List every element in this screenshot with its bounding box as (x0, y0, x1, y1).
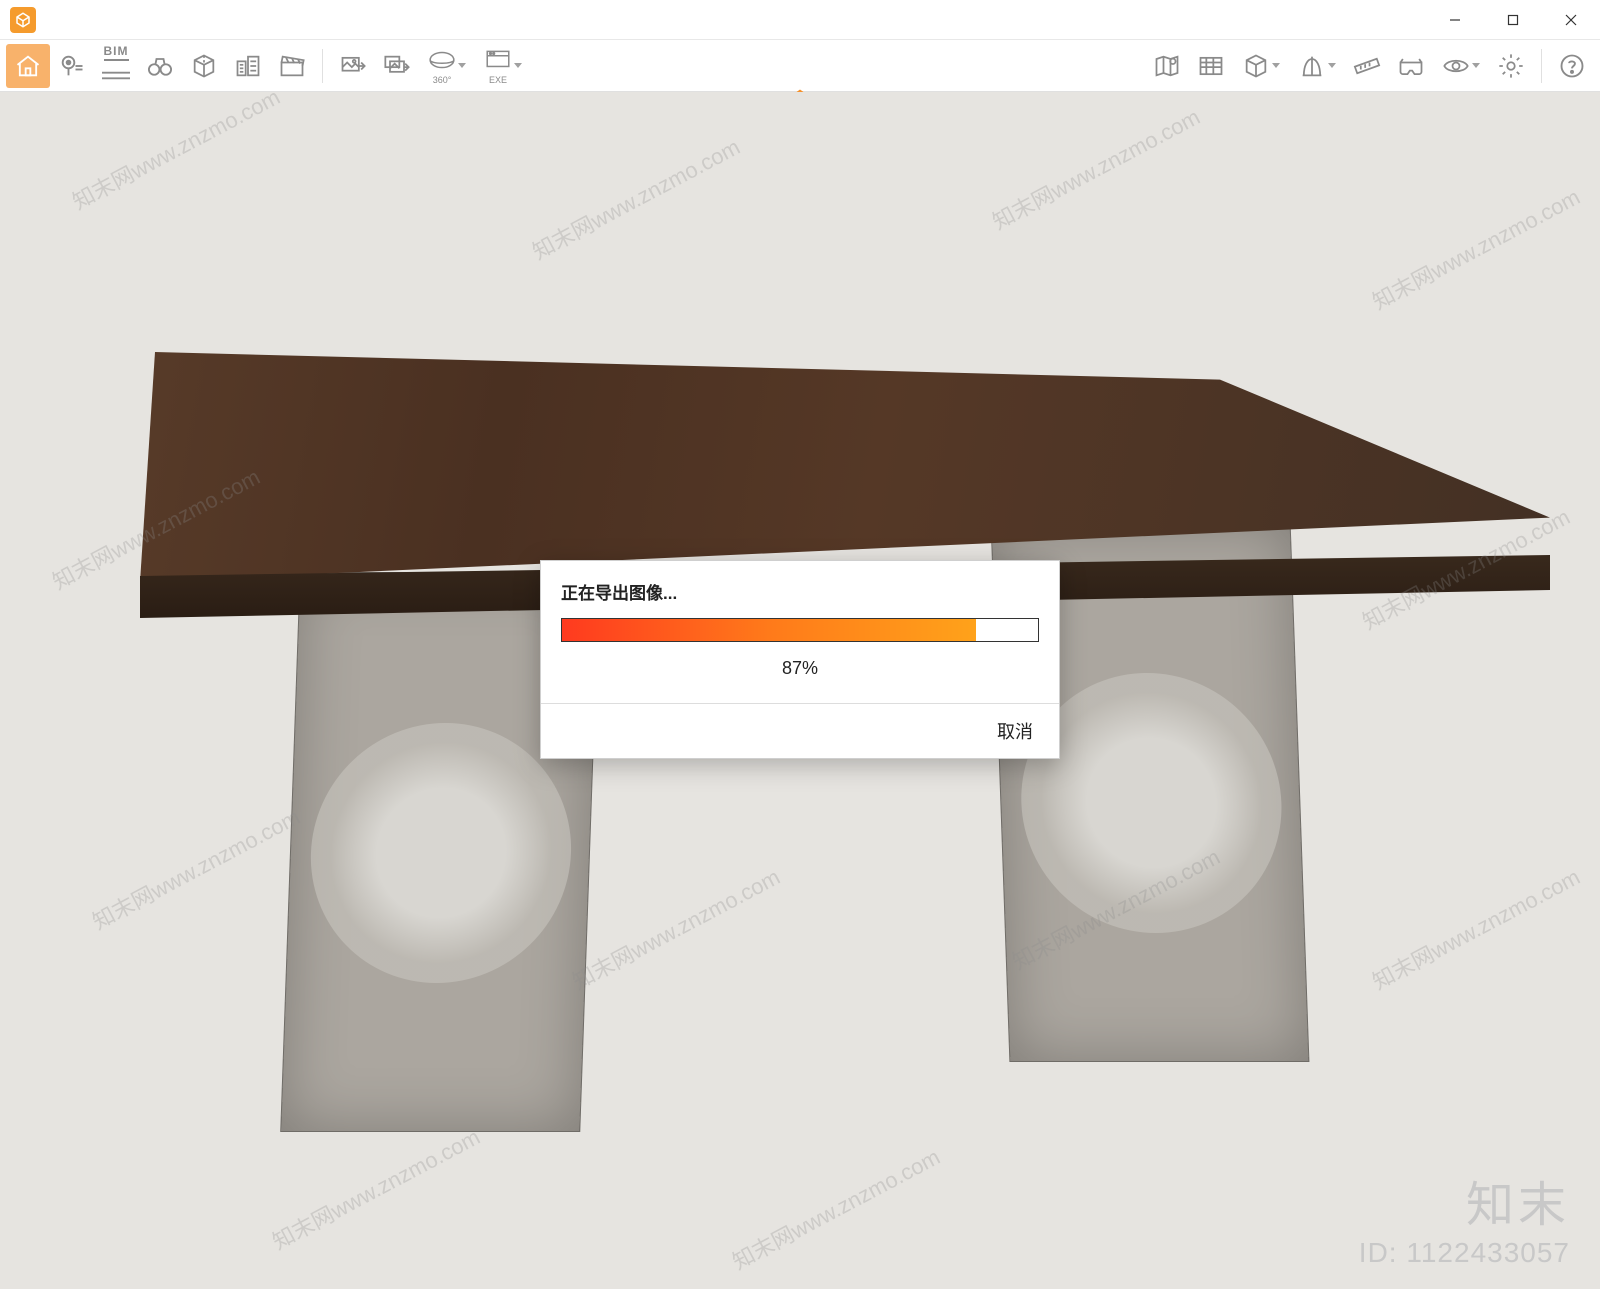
brand-name: 知末 (1359, 1165, 1570, 1235)
watermark-text: 知末网www.znzmo.com (66, 92, 285, 216)
buildings-button[interactable] (226, 44, 270, 88)
bim-label: BIM (104, 44, 129, 61)
window-minimize-button[interactable] (1426, 0, 1484, 40)
chevron-down-icon (1328, 63, 1336, 68)
brand-id: ID: 1122433057 (1359, 1237, 1570, 1269)
bim-button[interactable]: BIM (94, 44, 138, 88)
watermark-text: 知末网www.znzmo.com (86, 800, 305, 937)
dialog-footer: 取消 (541, 703, 1059, 758)
main-toolbar: BIM 360° EXE (0, 40, 1600, 92)
exe-label: EXE (489, 75, 507, 85)
chevron-down-icon (1472, 63, 1480, 68)
watermark-text: 知末网www.znzmo.com (986, 100, 1205, 237)
sheet-button[interactable] (1189, 44, 1233, 88)
clapperboard-button[interactable] (270, 44, 314, 88)
watermark-text: 知末网www.znzmo.com (566, 860, 785, 997)
progress-bar-fill (562, 619, 976, 641)
location-pin-button[interactable] (50, 44, 94, 88)
chevron-down-icon (458, 63, 466, 68)
section-button[interactable] (1289, 44, 1345, 88)
watermark-text: 知末网www.znzmo.com (726, 1140, 945, 1277)
export-image-button[interactable] (331, 44, 375, 88)
rendered-model (50, 352, 1550, 582)
toolbar-separator (322, 49, 323, 83)
window-titlebar (0, 0, 1600, 40)
window-close-button[interactable] (1542, 0, 1600, 40)
progress-percent-label: 87% (541, 642, 1059, 703)
help-button[interactable] (1550, 44, 1594, 88)
visibility-button[interactable] (1433, 44, 1489, 88)
toolbar-separator (1541, 49, 1542, 83)
titlebar-left (0, 7, 46, 33)
map-button[interactable] (1145, 44, 1189, 88)
settings-button[interactable] (1489, 44, 1533, 88)
progress-bar (561, 618, 1039, 642)
export-image-batch-button[interactable] (375, 44, 419, 88)
export-exe-button[interactable]: EXE (475, 44, 531, 88)
vr-button[interactable] (1389, 44, 1433, 88)
dialog-title: 正在导出图像... (541, 561, 1059, 618)
cube-view-button[interactable] (1233, 44, 1289, 88)
pano-360-label: 360° (433, 75, 452, 85)
export-progress-dialog: 正在导出图像... 87% 取消 (540, 560, 1060, 759)
panorama-360-button[interactable]: 360° (419, 44, 475, 88)
watermark-text: 知末网www.znzmo.com (526, 130, 745, 267)
binoculars-button[interactable] (138, 44, 182, 88)
window-maximize-button[interactable] (1484, 0, 1542, 40)
watermark-text: 知末网www.znzmo.com (1366, 180, 1585, 317)
nav-cube-button[interactable] (182, 44, 226, 88)
chevron-down-icon (1272, 63, 1280, 68)
watermark-text: 知末网www.znzmo.com (266, 1120, 485, 1257)
chevron-down-icon (514, 63, 522, 68)
window-controls (1426, 0, 1600, 40)
cancel-button[interactable]: 取消 (997, 718, 1033, 744)
watermark-brand: 知末 ID: 1122433057 (1359, 1165, 1570, 1269)
measure-button[interactable] (1345, 44, 1389, 88)
watermark-text: 知末网www.znzmo.com (1366, 860, 1585, 997)
app-logo-icon (10, 7, 36, 33)
home-button[interactable] (6, 44, 50, 88)
